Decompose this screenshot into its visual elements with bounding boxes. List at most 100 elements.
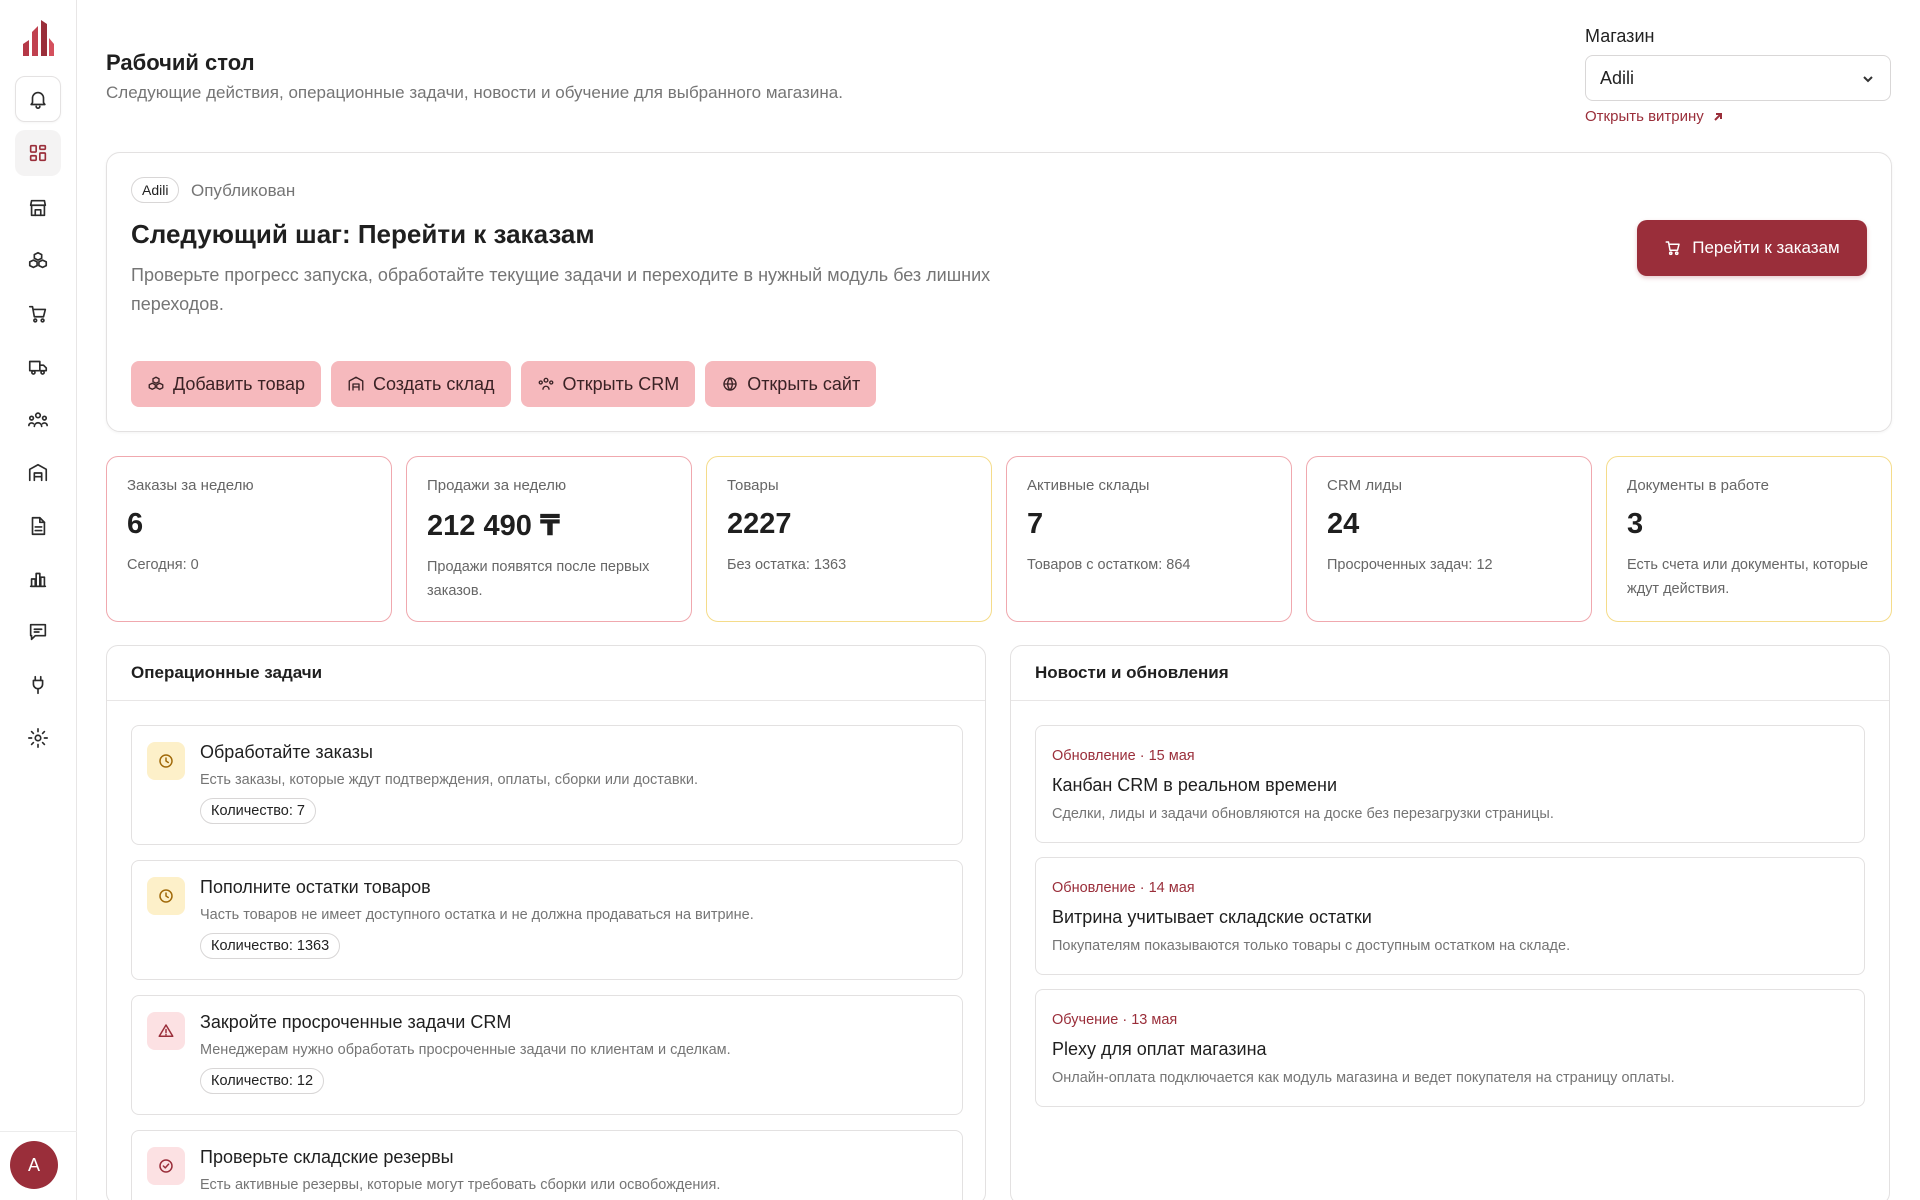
go-to-orders-label: Перейти к заказам <box>1692 238 1840 257</box>
news-item[interactable]: Обучение · 13 мая Plexy для оплат магази… <box>1035 989 1865 1107</box>
check-circle-icon <box>147 1147 185 1185</box>
stat-value: 6 <box>127 508 144 540</box>
store-icon <box>29 199 47 217</box>
stat-value: 3 <box>1627 508 1644 540</box>
stat-orders-week[interactable]: Заказы за неделю 6 Сегодня: 0 <box>106 456 392 622</box>
stat-note: Просроченных задач: 12 <box>1327 557 1493 573</box>
status-badge: Опубликован <box>191 181 296 200</box>
stat-note: Сегодня: 0 <box>127 557 199 573</box>
task-title: Проверьте складские резервы <box>200 1147 454 1167</box>
chart-icon <box>29 572 47 588</box>
task-title: Закройте просроченные задачи CRM <box>200 1012 512 1032</box>
stat-crm-leads[interactable]: CRM лиды 24 Просроченных задач: 12 <box>1306 456 1592 622</box>
sidebar-item-orders[interactable] <box>15 291 61 337</box>
stat-active-warehouses[interactable]: Активные склады 7 Товаров с остатком: 86… <box>1006 456 1292 622</box>
next-step-card: Adili Опубликован Следующий шаг: Перейти… <box>106 152 1892 432</box>
stat-documents[interactable]: Документы в работе 3 Есть счета или доку… <box>1606 456 1892 622</box>
crm-icon <box>28 412 48 428</box>
next-step-description: Проверьте прогресс запуска, обработайте … <box>131 265 991 314</box>
sidebar-item-integrations[interactable] <box>15 662 61 708</box>
sidebar-item-products[interactable] <box>15 238 61 284</box>
clock-icon <box>147 742 185 780</box>
task-item[interactable]: Обработайте заказы Есть заказы, которые … <box>131 725 963 845</box>
sidebar-item-messages[interactable] <box>15 609 61 655</box>
globe-icon <box>723 377 737 391</box>
stat-note: Товаров с остатком: 864 <box>1027 557 1191 573</box>
store-select[interactable]: Adili <box>1585 55 1891 101</box>
stat-label: CRM лиды <box>1327 477 1402 494</box>
stat-note: Продажи появятся после первых заказов. <box>427 559 650 599</box>
task-desc: Есть активные резервы, которые могут тре… <box>200 1177 721 1193</box>
sidebar: A <box>0 0 77 1200</box>
sidebar-item-warehouse[interactable] <box>15 450 61 496</box>
task-title: Обработайте заказы <box>200 742 373 762</box>
avatar[interactable]: A <box>10 1141 58 1189</box>
chat-icon <box>29 623 47 641</box>
store-chip: Adili <box>131 177 180 203</box>
add-product-label: Добавить товар <box>173 373 305 394</box>
stat-value: 212 490 ₸ <box>427 510 561 542</box>
sidebar-item-analytics[interactable] <box>15 556 61 602</box>
page-title: Рабочий стол <box>106 50 255 75</box>
cart-icon <box>1665 241 1680 256</box>
news-meta: Обновление · 15 мая <box>1052 748 1195 764</box>
quick-actions: Добавить товар Создать склад Открыть CRM… <box>131 361 877 407</box>
plug-icon <box>32 675 44 695</box>
task-count: Количество: 7 <box>200 798 316 824</box>
open-site-label: Открыть сайт <box>747 373 861 394</box>
tasks-panel: Операционные задачи Обработайте заказы Е… <box>106 645 986 1200</box>
news-meta: Обучение · 13 мая <box>1052 1012 1178 1028</box>
news-title: Plexy для оплат магазина <box>1052 1039 1267 1059</box>
sidebar-item-store[interactable] <box>15 185 61 231</box>
task-count: Количество: 1363 <box>200 933 341 959</box>
stat-value: 24 <box>1327 508 1360 540</box>
stat-label: Продажи за неделю <box>427 477 567 494</box>
stat-value: 7 <box>1027 508 1044 540</box>
open-site-button[interactable]: Открыть сайт <box>705 361 877 407</box>
warehouse-icon <box>28 463 48 482</box>
news-desc: Покупателям показываются только товары с… <box>1052 938 1571 954</box>
sidebar-item-dashboard[interactable] <box>15 130 61 176</box>
task-count: Количество: 12 <box>200 1068 325 1094</box>
open-store-link[interactable]: Открыть витрину <box>1585 108 1724 125</box>
warehouse-icon <box>348 376 364 391</box>
task-desc: Есть заказы, которые ждут подтверждения,… <box>200 772 699 788</box>
go-to-orders-button[interactable]: Перейти к заказам <box>1637 220 1867 276</box>
settings-icon <box>28 728 48 748</box>
news-item[interactable]: Обновление · 14 мая Витрина учитывает ск… <box>1035 857 1865 975</box>
task-item[interactable]: Проверьте складские резервы Есть активны… <box>131 1130 963 1200</box>
bell-icon <box>30 91 46 109</box>
stat-note: Есть счета или документы, которые ждут д… <box>1627 557 1869 597</box>
external-link-icon <box>1714 112 1722 121</box>
stat-label: Товары <box>727 477 779 494</box>
task-item[interactable]: Пополните остатки товаров Часть товаров … <box>131 860 963 980</box>
brand-logo[interactable] <box>21 18 55 56</box>
document-icon <box>31 516 46 536</box>
sidebar-item-crm[interactable] <box>15 397 61 443</box>
warning-icon <box>147 1012 185 1050</box>
news-desc: Сделки, лиды и задачи обновляются на дос… <box>1052 806 1554 822</box>
news-desc: Онлайн-оплата подключается как модуль ма… <box>1052 1070 1675 1086</box>
sidebar-divider <box>0 1131 77 1132</box>
open-crm-label: Открыть CRM <box>562 373 680 394</box>
add-product-button[interactable]: Добавить товар <box>131 361 321 407</box>
stat-label: Заказы за неделю <box>127 477 254 494</box>
sidebar-item-delivery[interactable] <box>15 344 61 390</box>
news-item[interactable]: Обновление · 15 мая Канбан CRM в реально… <box>1035 725 1865 843</box>
create-warehouse-button[interactable]: Создать склад <box>331 361 511 407</box>
open-crm-button[interactable]: Открыть CRM <box>520 361 696 407</box>
stat-note: Без остатка: 1363 <box>727 557 847 573</box>
notifications-button[interactable] <box>15 76 61 122</box>
stat-sales-week[interactable]: Продажи за неделю 212 490 ₸ Продажи появ… <box>406 456 692 622</box>
task-desc: Часть товаров не имеет доступного остатк… <box>200 907 754 923</box>
stat-products[interactable]: Товары 2227 Без остатка: 1363 <box>706 456 992 622</box>
stat-label: Активные склады <box>1027 477 1150 494</box>
crm-icon <box>538 377 553 390</box>
sidebar-item-settings[interactable] <box>15 715 61 761</box>
stat-label: Документы в работе <box>1627 477 1769 494</box>
tasks-panel-title: Операционные задачи <box>107 646 985 701</box>
news-panel: Новости и обновления Обновление · 15 мая… <box>1010 645 1890 1200</box>
task-item[interactable]: Закройте просроченные задачи CRM Менедже… <box>131 995 963 1115</box>
products-icon <box>28 251 48 269</box>
sidebar-item-documents[interactable] <box>15 503 61 549</box>
